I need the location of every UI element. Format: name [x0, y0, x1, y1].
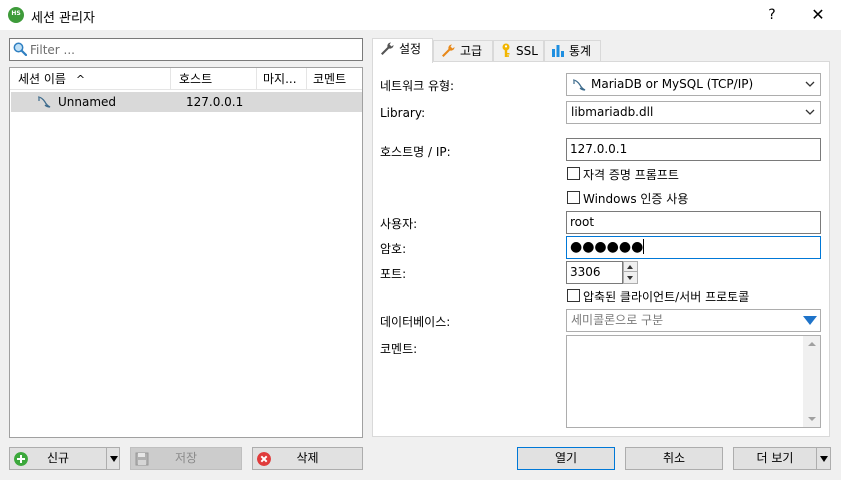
tab-settings[interactable]: 설정 [372, 38, 433, 63]
port-label: 포트: [380, 267, 407, 281]
tab-label: 설정 [399, 42, 422, 56]
text-caret [643, 239, 645, 254]
help-button[interactable]: ? [758, 0, 786, 30]
column-header-session-name[interactable]: 세션 이름 ^ [10, 68, 171, 90]
chevron-down-icon [110, 456, 118, 462]
app-logo-text: HS [11, 10, 21, 17]
port-increment[interactable] [624, 262, 637, 272]
port-input[interactable]: 3306 [566, 261, 623, 284]
open-button[interactable]: 열기 [517, 447, 615, 470]
column-header-last[interactable]: 마지... [257, 68, 307, 90]
user-label: 사용자: [380, 217, 418, 231]
wrench-orange-icon [442, 44, 455, 57]
floppy-disk-icon [135, 452, 149, 466]
databases-label: 데이터베이스: [380, 315, 451, 329]
tab-statistics[interactable]: 통계 [544, 40, 601, 62]
tab-label: 통계 [569, 44, 592, 58]
port-decrement[interactable] [624, 273, 637, 283]
dolphin-icon [37, 96, 51, 108]
column-header-comment[interactable]: 코멘트 [307, 68, 362, 90]
column-header-host[interactable]: 호스트 [171, 68, 257, 90]
tree-header: 세션 이름 ^ 호스트 마지... 코멘트 [10, 68, 362, 90]
new-button-label: 신규 [46, 451, 70, 465]
row-session-name: Unnamed [58, 95, 117, 109]
column-header-label: 코멘트 [313, 72, 347, 86]
comment-label: 코멘트: [380, 342, 418, 356]
windows-auth-label: Windows 인증 사용 [583, 192, 689, 206]
wrench-icon [381, 42, 394, 55]
filter-box[interactable] [9, 38, 363, 61]
tab-label: SSL [516, 44, 538, 58]
row-host: 127.0.0.1 [186, 95, 244, 109]
prompt-credentials-label: 자격 증명 프롬프트 [583, 168, 679, 182]
network-type-select[interactable]: MariaDB or MySQL (TCP/IP) [566, 73, 821, 96]
databases-select[interactable]: 세미콜론으로 구분 [566, 309, 821, 332]
session-tree[interactable]: 세션 이름 ^ 호스트 마지... 코멘트 Unnamed 127.0.0.1 [9, 67, 363, 438]
chevron-down-icon [820, 456, 828, 462]
key-icon [502, 43, 510, 57]
password-value: ●●●●●● [570, 239, 644, 255]
network-type-label: 네트워크 유형: [380, 79, 455, 93]
comment-textarea[interactable] [566, 335, 821, 428]
password-input[interactable]: ●●●●●● [566, 236, 821, 259]
comment-scrollbar[interactable] [803, 336, 820, 427]
delete-button-label: 삭제 [296, 451, 319, 465]
save-button[interactable]: 저장 [130, 447, 242, 470]
scroll-up-icon[interactable] [808, 342, 816, 346]
host-input[interactable]: 127.0.0.1 [566, 138, 821, 161]
tab-ssl[interactable]: SSL [493, 40, 544, 62]
library-select[interactable]: libmariadb.dll [566, 101, 821, 124]
bar-chart-icon [552, 45, 564, 57]
delete-circle-icon [257, 452, 271, 466]
table-row[interactable]: Unnamed 127.0.0.1 [11, 92, 362, 112]
dropdown-arrow-icon [803, 316, 817, 325]
chevron-down-icon [805, 81, 815, 87]
search-icon [13, 42, 27, 56]
databases-placeholder: 세미콜론으로 구분 [571, 313, 664, 327]
new-dropdown-toggle[interactable] [106, 448, 120, 469]
save-button-label: 저장 [174, 451, 198, 465]
library-label: Library: [380, 106, 426, 120]
title-bar [0, 0, 841, 30]
column-header-label: 호스트 [179, 72, 213, 86]
library-value: libmariadb.dll [571, 105, 654, 119]
arrow-down-icon [627, 276, 633, 280]
network-type-value: MariaDB or MySQL (TCP/IP) [591, 77, 754, 91]
compressed-protocol-label: 압축된 클라이언트/서버 프로토콜 [583, 290, 750, 304]
sort-ascending-icon: ^ [75, 73, 86, 86]
more-dropdown-toggle[interactable] [816, 448, 830, 469]
compressed-protocol-checkbox[interactable] [567, 289, 580, 302]
dolphin-icon [572, 79, 586, 91]
tab-strip: 설정 고급 SSL 통계 [372, 38, 830, 63]
user-input[interactable]: root [566, 211, 821, 234]
more-button-label: 더 보기 [756, 451, 794, 465]
chevron-down-icon [805, 109, 815, 115]
app-logo-icon: HS [8, 7, 24, 23]
tab-label: 고급 [460, 44, 483, 58]
windows-auth-checkbox[interactable] [567, 191, 580, 204]
port-stepper[interactable] [623, 261, 638, 284]
scroll-down-icon[interactable] [808, 417, 816, 421]
close-button[interactable]: ✕ [800, 0, 836, 30]
host-label: 호스트명 / IP: [380, 145, 451, 159]
arrow-up-icon [627, 265, 633, 269]
more-button[interactable]: 더 보기 [733, 447, 831, 470]
password-label: 암호: [380, 242, 407, 256]
column-header-label: 세션 이름 [18, 72, 66, 86]
window-title: 세션 관리자 [31, 11, 95, 26]
filter-input[interactable] [30, 41, 350, 58]
delete-button[interactable]: 삭제 [252, 447, 363, 470]
prompt-credentials-checkbox[interactable] [567, 167, 580, 180]
cancel-button[interactable]: 취소 [625, 447, 723, 470]
column-header-label: 마지... [263, 72, 297, 86]
tab-advanced[interactable]: 고급 [433, 40, 493, 62]
new-button[interactable]: 신규 [9, 447, 120, 470]
